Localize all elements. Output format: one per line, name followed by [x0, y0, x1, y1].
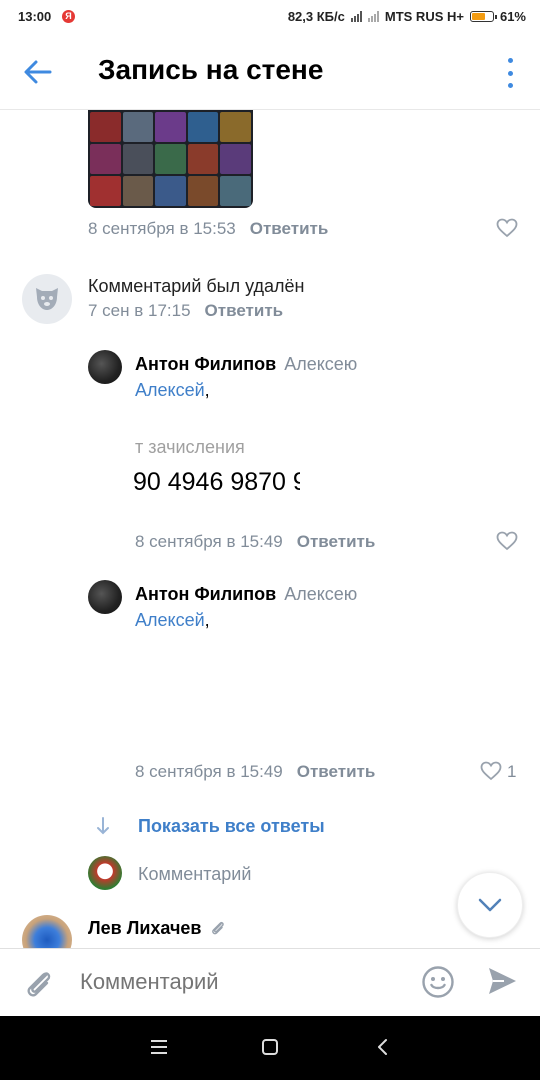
reply-to: Алексею — [284, 584, 358, 604]
nav-back-icon[interactable] — [376, 1038, 390, 1056]
scroll-down-button[interactable] — [457, 872, 523, 938]
avatar[interactable] — [22, 915, 72, 948]
author-name[interactable]: Антон Филипов — [135, 354, 276, 374]
deleted-user-icon — [22, 274, 72, 324]
comment-meta: 8 сентября в 15:53 Ответить — [88, 219, 328, 239]
comment-date: 8 сентября в 15:49 — [135, 532, 283, 551]
nav-menu-icon[interactable] — [150, 1038, 168, 1056]
next-comment-author-row: Лев Лихачев — [88, 918, 227, 939]
reply-button[interactable]: Ответить — [205, 301, 284, 320]
reply-body: Алексей, — [135, 610, 210, 631]
more-vertical-icon[interactable] — [506, 58, 514, 88]
status-right: 82,3 КБ/с MTS RUS H+ 61% — [288, 9, 526, 24]
reply-header: Антон Филипов Алексею — [135, 354, 357, 375]
send-icon[interactable] — [486, 965, 518, 997]
reply-punct: , — [204, 610, 210, 630]
back-arrow-icon[interactable] — [22, 58, 54, 86]
nav-home-icon[interactable] — [261, 1038, 279, 1056]
avatar — [88, 856, 122, 890]
heart-icon[interactable] — [480, 761, 502, 781]
mention-link[interactable]: Алексей — [135, 380, 205, 400]
comment-date: 8 сентября в 15:53 — [88, 219, 236, 238]
comment-date: 7 сен в 17:15 — [88, 301, 191, 320]
notification-badge: Я — [62, 10, 75, 23]
avatar[interactable] — [88, 350, 122, 384]
signal-icon — [350, 11, 362, 22]
system-nav-bar — [0, 1016, 540, 1080]
reply-button[interactable]: Ответить — [250, 219, 329, 238]
paperclip-small-icon — [211, 922, 224, 935]
status-bar: 13:00 Я 82,3 КБ/с MTS RUS H+ 61% — [0, 0, 540, 34]
image-text-number: 90 4946 9870 9 — [133, 468, 300, 496]
mention-link[interactable]: Алексей — [135, 610, 205, 630]
signal-2-icon — [367, 11, 379, 22]
author-name[interactable]: Антон Филипов — [135, 584, 276, 604]
comment-input[interactable] — [80, 969, 400, 995]
comment-input-bar — [0, 948, 540, 1016]
reply-to: Алексею — [284, 354, 358, 374]
paperclip-icon[interactable] — [22, 966, 56, 1000]
heart-icon[interactable] — [496, 218, 518, 238]
reply-button[interactable]: Ответить — [297, 532, 376, 551]
reply-body: Алексей, — [135, 380, 210, 401]
reply-punct: , — [204, 380, 210, 400]
reply-comment-placeholder[interactable]: Комментарий — [138, 864, 251, 885]
reply-header: Антон Филипов Алексею — [135, 584, 357, 605]
heart-icon[interactable] — [496, 531, 518, 551]
comment-date: 8 сентября в 15:49 — [135, 762, 283, 781]
smile-icon[interactable] — [421, 965, 455, 999]
carrier-name: MTS RUS H+ — [384, 9, 464, 24]
battery-percent: 61% — [499, 9, 526, 24]
comments-thread: 8 сентября в 15:53 Ответить Комментарий б… — [0, 110, 540, 948]
network-speed: 82,3 КБ/с — [287, 9, 345, 24]
show-all-replies-link[interactable]: Показать все ответы — [138, 816, 325, 837]
status-time: 13:00 — [18, 9, 52, 24]
comment-meta: 8 сентября в 15:49 Ответить — [135, 532, 375, 552]
comment-meta: 7 сен в 17:15 Ответить — [88, 301, 283, 321]
like-count: 1 — [507, 762, 517, 781]
deleted-comment-text: Комментарий был удалён — [88, 276, 305, 296]
arrow-down-icon — [97, 817, 109, 835]
attached-image[interactable] — [88, 110, 253, 208]
app-header: Запись на стене — [0, 34, 540, 110]
chevron-down-icon — [478, 898, 502, 912]
author-name[interactable]: Лев Лихачев — [88, 918, 202, 938]
comment-meta: 8 сентября в 15:49 Ответить — [135, 762, 375, 782]
page-title: Запись на стене — [98, 54, 324, 85]
avatar[interactable] — [88, 580, 122, 614]
reply-button[interactable]: Ответить — [297, 762, 376, 781]
image-text-label: т зачисления — [135, 437, 245, 457]
battery-icon — [469, 11, 497, 22]
